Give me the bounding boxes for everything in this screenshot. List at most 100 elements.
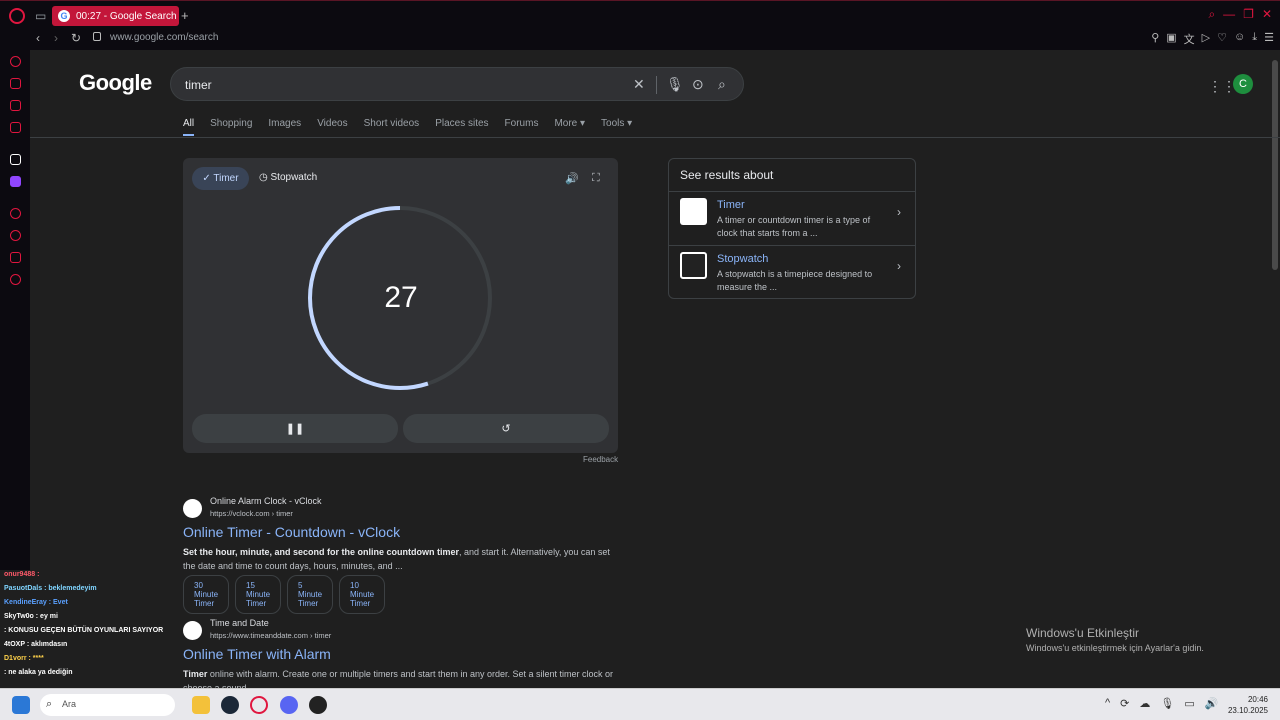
ai-icon[interactable]: [10, 56, 21, 67]
activation-title: Windows'u Etkinleştir: [1026, 626, 1139, 640]
google-apps-icon[interactable]: ⋮⋮: [1208, 78, 1236, 95]
tab-forums[interactable]: Forums: [505, 118, 539, 136]
toolbar-icons: ⚲ ▣ 文 ▷ ♡ ☺ ⤓ ☰: [1151, 31, 1274, 47]
google-favicon-icon: G: [58, 10, 70, 22]
tab-all[interactable]: All: [183, 118, 195, 136]
twitch-icon[interactable]: [10, 176, 21, 187]
microphone-icon[interactable]: 🎙: [666, 76, 684, 93]
network-icon[interactable]: ▭: [1184, 697, 1194, 710]
google-logo[interactable]: Google: [79, 70, 152, 96]
steam-icon[interactable]: [221, 696, 239, 714]
obs-icon[interactable]: [309, 696, 327, 714]
snippet-bold: Set the hour, minute, and second for the…: [183, 547, 460, 557]
volume-icon[interactable]: 🔊: [1205, 697, 1219, 710]
arc-icon[interactable]: [10, 154, 21, 165]
back-icon[interactable]: ‹: [36, 31, 40, 45]
tab-more[interactable]: More ▾: [554, 118, 585, 136]
tab-google-search[interactable]: G 00:27 - Google Search: [52, 6, 179, 26]
messenger-icon[interactable]: [10, 100, 21, 111]
fullscreen-icon[interactable]: ⛶: [592, 172, 600, 185]
feedback-link[interactable]: Feedback: [583, 455, 618, 464]
translate-icon[interactable]: 文: [1184, 31, 1195, 47]
workspaces-icon[interactable]: ▭: [35, 9, 46, 23]
tab-bar: ▭ G 00:27 - Google Search + ⌕ — ❐ ✕: [0, 1, 1280, 31]
pin-icon[interactable]: ⚲: [1151, 31, 1159, 47]
timer-value: 27: [384, 281, 418, 314]
sound-icon[interactable]: 🔊: [565, 172, 579, 185]
search-input[interactable]: timer: [185, 78, 212, 92]
chip-10-minute[interactable]: 10 Minute Timer: [339, 575, 386, 614]
result-snippet: Set the hour, minute, and second for the…: [183, 545, 618, 574]
heart-icon[interactable]: ♡: [1217, 31, 1227, 47]
chat-message: KendineEray : Evet: [4, 599, 68, 606]
opera-menu-icon[interactable]: [9, 8, 25, 24]
opera-sidebar: [0, 50, 30, 570]
result-site-name[interactable]: Online Alarm Clock - vClock: [210, 496, 322, 506]
url-field[interactable]: www.google.com/search: [110, 32, 218, 43]
discord-icon[interactable]: [280, 696, 298, 714]
file-explorer-icon[interactable]: [192, 696, 210, 714]
extensions-icon[interactable]: [10, 252, 21, 263]
search-icon[interactable]: ⌕: [718, 76, 726, 93]
search-tabs-icon[interactable]: ⌕: [1208, 7, 1215, 22]
page-scrollbar[interactable]: [1272, 60, 1278, 270]
chat-message: onur9488 :: [4, 571, 40, 578]
chat-message: SkyTw0o : ey mi: [4, 613, 58, 620]
forward-icon[interactable]: ›: [54, 31, 58, 45]
menu-icon[interactable]: ☰: [1264, 31, 1274, 47]
stopwatch-mode-button[interactable]: ◷ Stopwatch: [259, 172, 317, 183]
result-url[interactable]: https://vclock.com › timer: [210, 509, 293, 518]
whatsapp-icon[interactable]: [10, 122, 21, 133]
chip-15-minute[interactable]: 15 Minute Timer: [235, 575, 282, 614]
chevron-up-icon[interactable]: ^: [1105, 697, 1110, 710]
maximize-icon[interactable]: ❐: [1243, 7, 1254, 22]
result-title[interactable]: Online Timer - Countdown - vClock: [183, 524, 400, 540]
pause-button[interactable]: ❚❚: [192, 414, 398, 443]
download-icon[interactable]: ⤓: [1252, 31, 1257, 47]
play-icon[interactable]: ▷: [1202, 31, 1210, 47]
window-controls: ⌕ — ❐ ✕: [1208, 7, 1272, 22]
shopping-icon[interactable]: [10, 78, 21, 89]
tab-images[interactable]: Images: [268, 118, 301, 136]
taskbar-search[interactable]: ⌕ Ara: [40, 694, 175, 716]
lock-icon: [93, 32, 101, 41]
cloud-icon[interactable]: ☁: [1139, 697, 1150, 710]
about-item-timer[interactable]: Timer A timer or countdown timer is a ty…: [669, 191, 915, 245]
activation-subtitle: Windows'u etkinleştirmek için Ayarlar'a …: [1026, 643, 1204, 653]
chat-overlay: onur9488 : PasuotDals : beklemedeyim Ken…: [0, 568, 240, 688]
about-item-name: Stopwatch: [717, 253, 769, 265]
tab-title: 00:27 - Google Search: [76, 10, 177, 22]
about-item-stopwatch[interactable]: Stopwatch A stopwatch is a timepiece des…: [669, 245, 915, 299]
chip-5-minute[interactable]: 5 Minute Timer: [287, 575, 334, 614]
search-box[interactable]: timer ✕ 🎙 ⊙ ⌕: [170, 67, 744, 101]
clock-date: 23.10.2025: [1227, 706, 1268, 715]
avatar[interactable]: C: [1233, 74, 1253, 94]
timer-mode-button[interactable]: ✓ Timer: [192, 167, 249, 190]
tab-places-sites[interactable]: Places sites: [435, 118, 488, 136]
microphone-icon[interactable]: 🎙: [1160, 697, 1174, 710]
lens-icon[interactable]: ⊙: [692, 76, 704, 93]
snapshot-icon[interactable]: ▣: [1166, 31, 1176, 47]
reset-button[interactable]: ↺: [403, 414, 609, 443]
windows-taskbar: ⌕ Ara ^ ⟳ ☁ 🎙 ▭ 🔊 20:46 23.10.2025: [0, 688, 1280, 720]
new-tab-button[interactable]: +: [181, 8, 189, 23]
close-icon[interactable]: ✕: [1262, 7, 1272, 22]
tab-short-videos[interactable]: Short videos: [364, 118, 420, 136]
sync-icon[interactable]: ⟳: [1120, 697, 1129, 710]
player-icon[interactable]: [10, 208, 21, 219]
tab-videos[interactable]: Videos: [317, 118, 347, 136]
settings-icon[interactable]: [10, 274, 21, 285]
snippet-text: online with alarm. Create one or multipl…: [183, 669, 614, 688]
clear-icon[interactable]: ✕: [633, 76, 645, 93]
tab-shopping[interactable]: Shopping: [210, 118, 252, 136]
system-tray: ^ ⟳ ☁ 🎙 ▭ 🔊: [1105, 697, 1218, 710]
tab-tools[interactable]: Tools ▾: [601, 118, 632, 136]
history-icon[interactable]: [10, 230, 21, 241]
start-icon[interactable]: [12, 696, 30, 714]
opera-icon[interactable]: [250, 696, 268, 714]
account-icon[interactable]: ☺: [1234, 31, 1245, 47]
clock-time: 20:46: [1247, 695, 1268, 704]
reload-icon[interactable]: ↻: [71, 31, 81, 45]
clock[interactable]: 20:46 23.10.2025: [1228, 694, 1268, 716]
minimize-icon[interactable]: —: [1223, 7, 1235, 22]
